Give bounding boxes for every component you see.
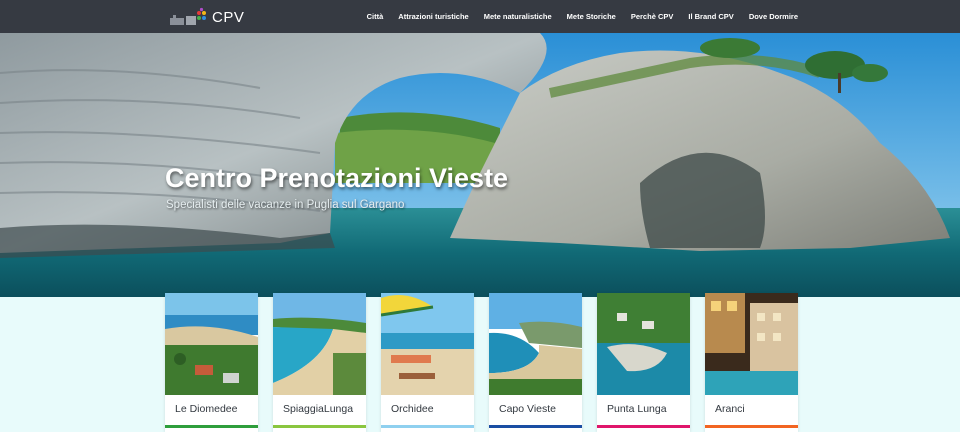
nav-item-attrazioni-turistiche[interactable]: Attrazioni turistiche	[398, 12, 468, 21]
card-label: Aranci	[715, 403, 745, 415]
brand-name: CPV	[212, 8, 245, 26]
cpv-logo-icon	[168, 7, 210, 27]
hero-subtitle: Specialisti delle vacanze in Puglia sul …	[166, 199, 405, 211]
card-label: SpiaggiaLunga	[283, 403, 354, 415]
nav-item-perche-cpv[interactable]: Perchè CPV	[631, 12, 674, 21]
card-color-bar	[165, 425, 258, 428]
main-nav: Città Attrazioni turistiche Mete natural…	[352, 0, 798, 33]
card-color-bar	[381, 425, 474, 428]
card-label: Capo Vieste	[499, 403, 557, 415]
hero-title: Centro Prenotazioni Vieste	[165, 163, 509, 193]
aranci-image	[705, 293, 798, 395]
nav-item-brand-cpv[interactable]: Il Brand CPV	[688, 12, 733, 21]
card-color-bar	[489, 425, 582, 428]
destination-cards: Le Diomedee SpiaggiaLunga Orchidee Capo …	[165, 293, 805, 432]
card-spiaggialunga[interactable]: SpiaggiaLunga	[273, 293, 366, 432]
le-diomedee-image	[165, 293, 258, 395]
card-aranci[interactable]: Aranci	[705, 293, 798, 432]
spiaggialunga-image	[273, 293, 366, 395]
card-color-bar	[705, 425, 798, 428]
nav-item-mete-storiche[interactable]: Mete Storiche	[567, 12, 616, 21]
card-color-bar	[597, 425, 690, 428]
nav-item-mete-naturalistiche[interactable]: Mete naturalistiche	[484, 12, 552, 21]
nav-item-citta[interactable]: Città	[367, 12, 384, 21]
card-label: Punta Lunga	[607, 403, 667, 415]
card-le-diomedee[interactable]: Le Diomedee	[165, 293, 258, 432]
card-label: Orchidee	[391, 403, 434, 415]
punta-lunga-image	[597, 293, 690, 395]
card-punta-lunga[interactable]: Punta Lunga	[597, 293, 690, 432]
card-capo-vieste[interactable]: Capo Vieste	[489, 293, 582, 432]
nav-item-dove-dormire[interactable]: Dove Dormire	[749, 12, 798, 21]
card-orchidee[interactable]: Orchidee	[381, 293, 474, 432]
card-label: Le Diomedee	[175, 403, 238, 415]
orchidee-image	[381, 293, 474, 395]
capo-vieste-image	[489, 293, 582, 395]
card-color-bar	[273, 425, 366, 428]
top-navbar: CPV Città Attrazioni turistiche Mete nat…	[0, 0, 960, 33]
brand-link[interactable]: CPV	[168, 6, 244, 28]
hero-banner: Centro Prenotazioni Vieste Specialisti d…	[0, 33, 960, 297]
